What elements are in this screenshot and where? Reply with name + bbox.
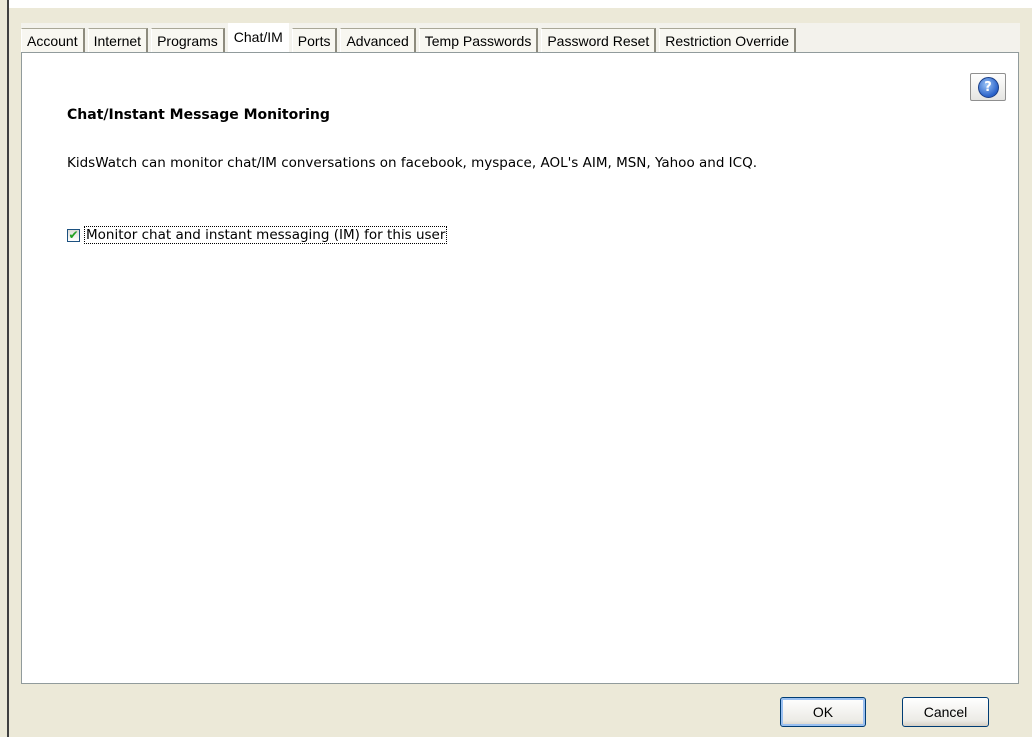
settings-window: Account Internet Programs Chat/IM Ports … bbox=[0, 0, 1032, 737]
cancel-button[interactable]: Cancel bbox=[902, 697, 989, 727]
help-button[interactable]: ? bbox=[970, 73, 1006, 101]
monitor-chat-label[interactable]: Monitor chat and instant messaging (IM) … bbox=[84, 226, 448, 244]
panel-description: KidsWatch can monitor chat/IM conversati… bbox=[67, 155, 758, 171]
window-left-border bbox=[7, 0, 9, 737]
help-question-icon: ? bbox=[977, 76, 999, 98]
tab-password-reset[interactable]: Password Reset bbox=[541, 28, 657, 52]
tab-restriction-override[interactable]: Restriction Override bbox=[659, 28, 796, 52]
checkmark-icon: ✔ bbox=[68, 228, 79, 242]
tab-chat-im[interactable]: Chat/IM bbox=[227, 23, 289, 52]
ok-button[interactable]: OK bbox=[780, 697, 866, 727]
tab-strip: Account Internet Programs Chat/IM Ports … bbox=[21, 23, 1020, 52]
tab-ports[interactable]: Ports bbox=[291, 28, 338, 52]
monitor-chat-option[interactable]: ✔ Monitor chat and instant messaging (IM… bbox=[67, 226, 448, 244]
panel-heading: Chat/Instant Message Monitoring bbox=[67, 107, 330, 123]
tab-advanced[interactable]: Advanced bbox=[340, 28, 416, 52]
tab-programs[interactable]: Programs bbox=[151, 28, 225, 52]
tab-account[interactable]: Account bbox=[21, 28, 85, 52]
monitor-chat-checkbox[interactable]: ✔ bbox=[67, 228, 80, 242]
tab-internet[interactable]: Internet bbox=[87, 28, 149, 52]
chat-im-panel bbox=[21, 52, 1019, 684]
window-top-area bbox=[7, 0, 1032, 8]
tab-temp-passwords[interactable]: Temp Passwords bbox=[418, 28, 539, 52]
